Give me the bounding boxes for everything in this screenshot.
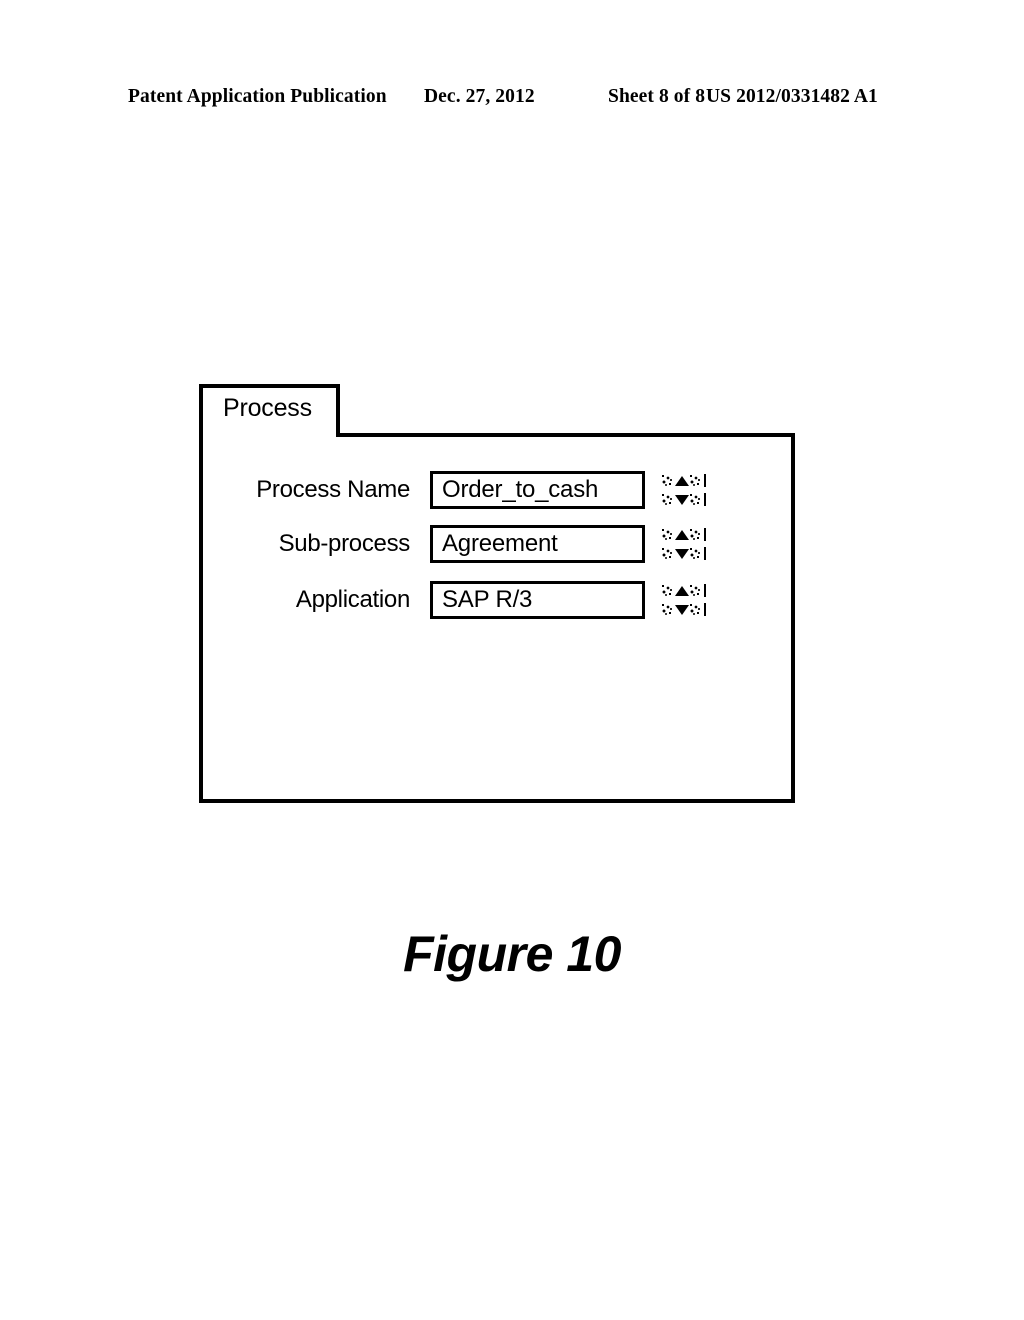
sub-process-value: Agreement <box>442 530 558 557</box>
spinner-divider <box>704 547 706 560</box>
scan-speckle <box>689 547 701 560</box>
process-panel: Process Process Name Order_to_cash Sub-p… <box>199 384 795 803</box>
process-name-input[interactable]: Order_to_cash <box>430 471 645 509</box>
spinner-divider <box>704 603 706 616</box>
scan-speckle <box>661 603 673 616</box>
decrement-icon <box>675 605 689 615</box>
process-name-value: Order_to_cash <box>442 476 599 503</box>
scan-speckle <box>689 474 701 487</box>
page-header: Patent Application Publication Dec. 27, … <box>0 86 1024 118</box>
sub-process-increment-button[interactable] <box>661 526 706 543</box>
scan-speckle <box>661 474 673 487</box>
decrement-icon <box>675 549 689 559</box>
scan-speckle <box>689 603 701 616</box>
decrement-icon <box>675 495 689 505</box>
process-name-spinner <box>661 472 707 508</box>
form-row: Sub-process Agreement <box>199 525 795 563</box>
increment-icon <box>675 476 689 486</box>
sub-process-spinner <box>661 526 707 562</box>
publication-date: Dec. 27, 2012 <box>424 86 535 107</box>
scan-speckle <box>661 493 673 506</box>
sub-process-input[interactable]: Agreement <box>430 525 645 563</box>
patent-number: US 2012/0331482 A1 <box>706 86 878 107</box>
increment-icon <box>675 530 689 540</box>
spinner-divider <box>704 584 706 597</box>
application-value: SAP R/3 <box>442 586 533 613</box>
scan-speckle <box>661 528 673 541</box>
application-input[interactable]: SAP R/3 <box>430 581 645 619</box>
scan-speckle <box>689 493 701 506</box>
scan-speckle <box>689 528 701 541</box>
process-form: Process Name Order_to_cash Sub-process A… <box>199 384 795 803</box>
scan-speckle <box>661 547 673 560</box>
increment-icon <box>675 586 689 596</box>
application-label: Application <box>295 586 410 613</box>
application-increment-button[interactable] <box>661 582 706 599</box>
sheet-number: Sheet 8 of 8 <box>608 86 706 107</box>
spinner-divider <box>704 493 706 506</box>
process-name-increment-button[interactable] <box>661 472 706 489</box>
sub-process-decrement-button[interactable] <box>661 545 706 562</box>
process-name-decrement-button[interactable] <box>661 491 706 508</box>
scan-speckle <box>689 584 701 597</box>
application-decrement-button[interactable] <box>661 601 706 618</box>
form-row: Process Name Order_to_cash <box>199 471 795 509</box>
figure-caption: Figure 10 <box>403 926 621 982</box>
publication-title: Patent Application Publication <box>128 86 387 107</box>
application-spinner <box>661 582 707 618</box>
sub-process-label: Sub-process <box>278 530 411 557</box>
scan-speckle <box>661 584 673 597</box>
spinner-divider <box>704 528 706 541</box>
form-row: Application SAP R/3 <box>199 581 795 619</box>
spinner-divider <box>704 474 706 487</box>
process-name-label: Process Name <box>256 476 410 503</box>
